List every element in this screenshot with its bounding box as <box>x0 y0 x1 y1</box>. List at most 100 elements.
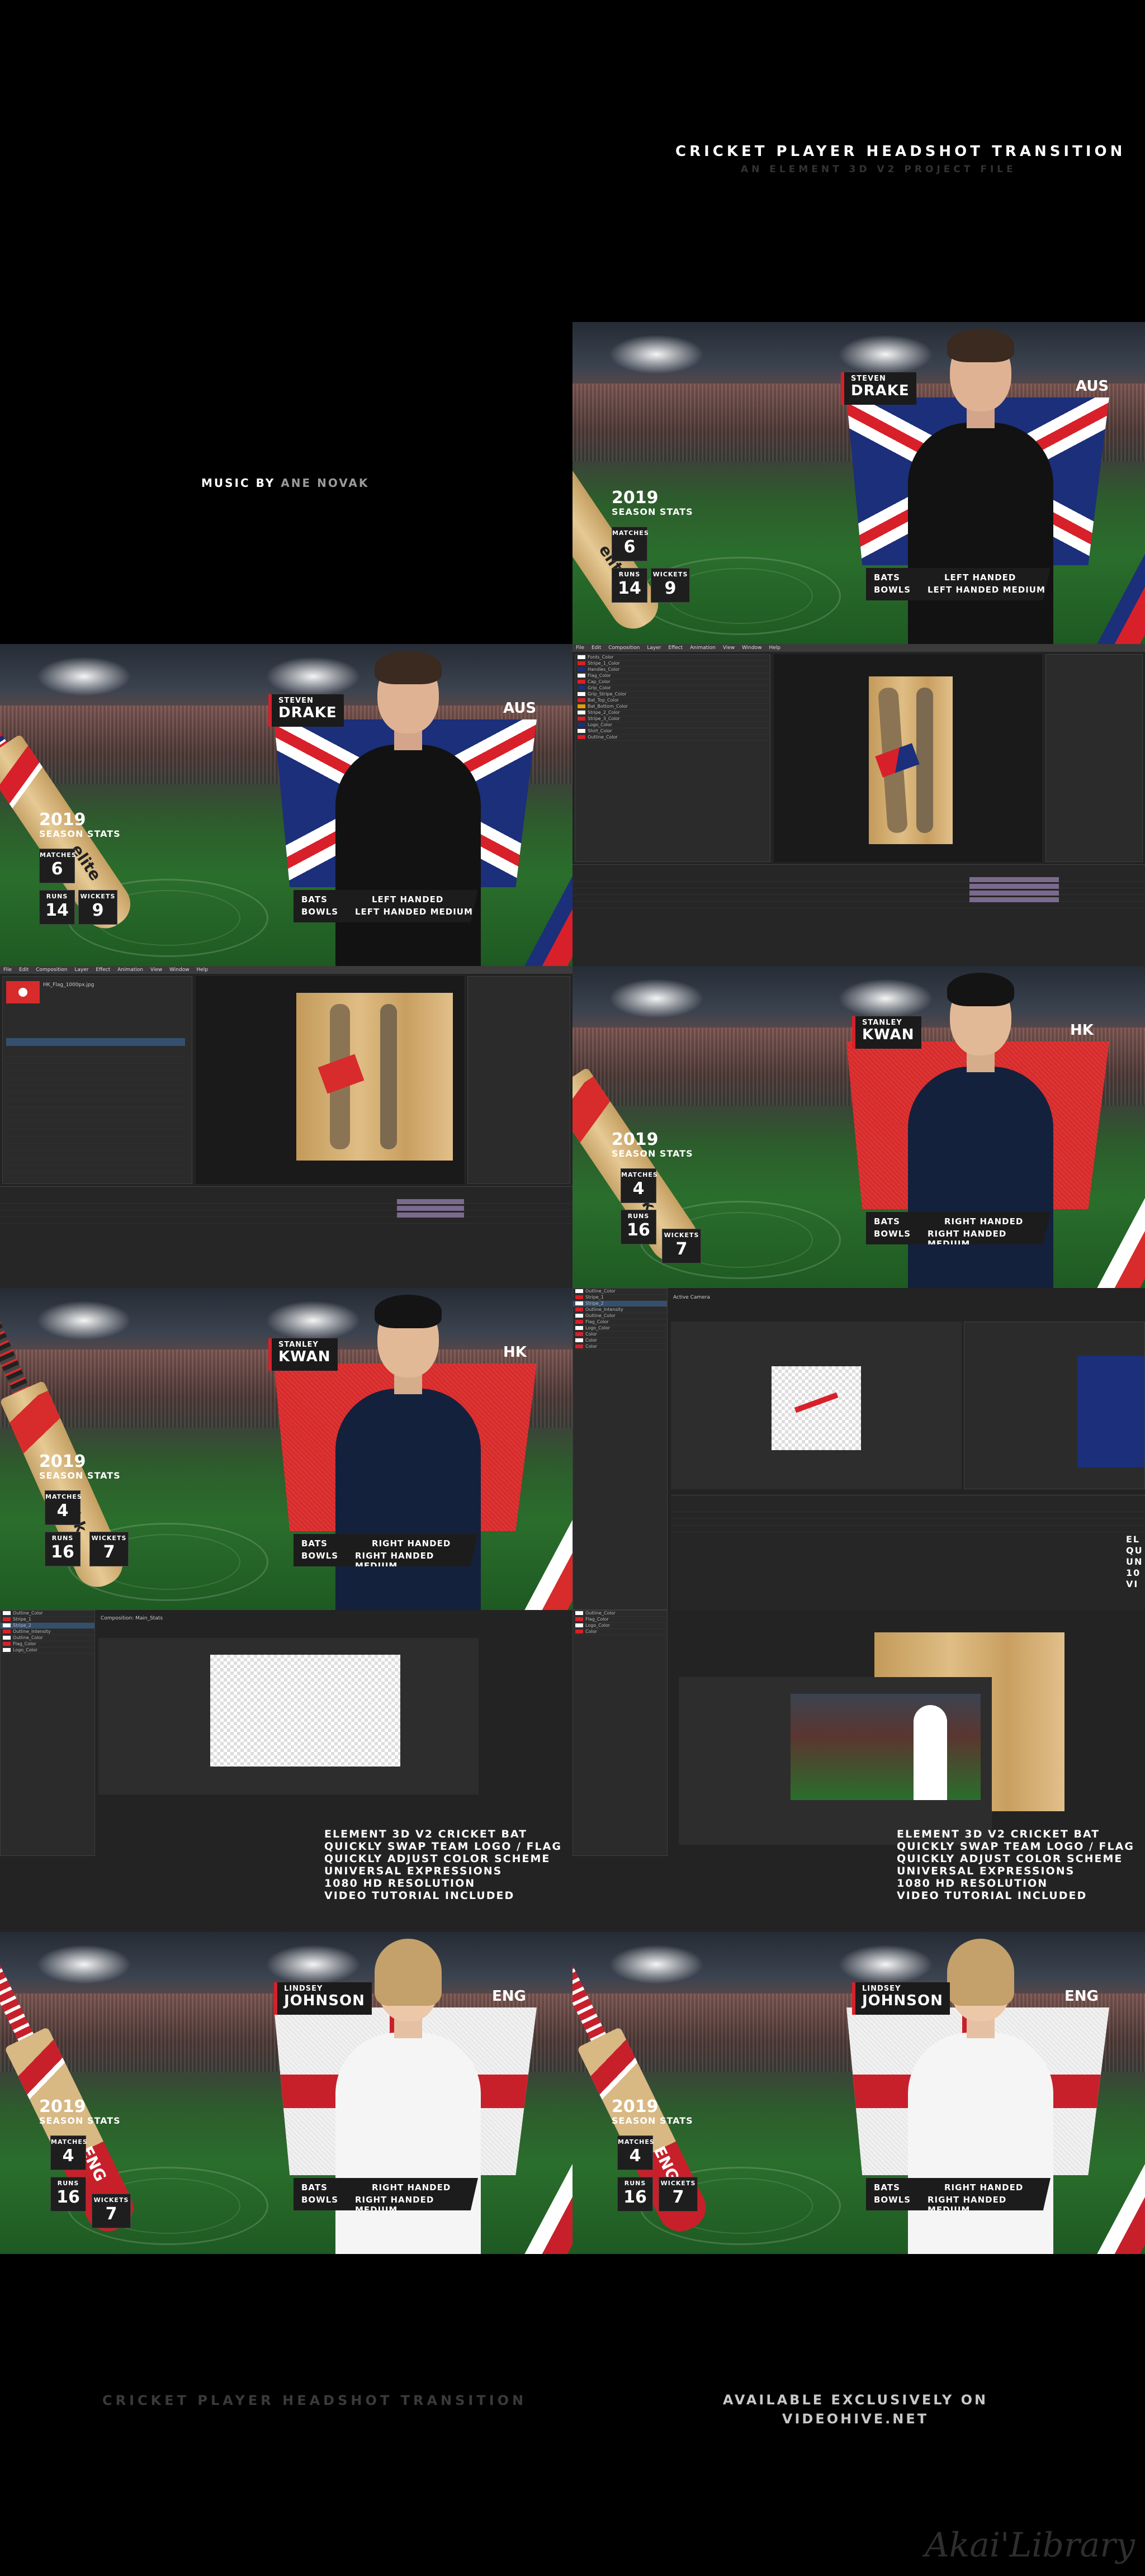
effect-row[interactable]: Color <box>573 1338 667 1344</box>
menu-edit[interactable]: Edit <box>592 645 601 651</box>
bat-model-2 <box>380 1004 397 1149</box>
effect-row[interactable]: Flag_Color <box>573 1617 667 1623</box>
bowls-value: LEFT HANDED MEDIUM <box>928 585 1045 595</box>
effect-row[interactable]: Stripe_2_Color <box>575 710 770 716</box>
player-first-name: STEVEN <box>278 697 314 705</box>
effect-row[interactable]: Outline_Intensity <box>1 1629 94 1635</box>
stats-year: 2019 <box>39 810 86 830</box>
stat-matches: MATCHES 6 <box>39 849 76 883</box>
stat-value: 16 <box>56 2187 80 2207</box>
effect-row[interactable]: Shirt_Color <box>575 728 770 735</box>
effect-row[interactable]: Flag_Color <box>575 673 770 679</box>
ae-screenshot-5: Outline_Color Flag_Color Logo_Color Colo… <box>572 1610 1145 1932</box>
menu-effect[interactable]: Effect <box>96 967 110 973</box>
stats-year: 2019 <box>39 2097 86 2116</box>
timeline-layer-bar[interactable] <box>969 897 1059 902</box>
composition-viewer[interactable] <box>679 1677 992 1845</box>
effect-row[interactable]: Outline_Color <box>573 1611 667 1617</box>
menu-animation[interactable]: Animation <box>117 967 143 973</box>
ae-screenshot-4: Outline_Color Stripe_1 Stripe_2 Outline_… <box>0 1610 572 1932</box>
composition-viewer[interactable] <box>671 1322 962 1489</box>
timeline-panel[interactable] <box>671 1495 1145 1610</box>
effect-row[interactable]: Handles_Color <box>575 667 770 673</box>
composition-viewer[interactable] <box>196 976 464 1184</box>
menu-layer[interactable]: Layer <box>647 645 661 651</box>
menu-file[interactable]: File <box>3 967 12 973</box>
effect-row[interactable]: Outline_Color <box>573 1289 667 1295</box>
effect-row[interactable]: Outline_Color <box>1 1611 94 1617</box>
effect-row[interactable]: Bat_Bottom_Color <box>575 704 770 710</box>
project-file-list[interactable] <box>6 1049 185 1178</box>
timeline-layer-bar[interactable] <box>397 1199 464 1204</box>
effect-row[interactable]: Bat_Top_Color <box>575 698 770 704</box>
stats-year: 2019 <box>612 2097 659 2116</box>
timeline-panel[interactable] <box>0 1186 572 1288</box>
menu-window[interactable]: Window <box>742 645 762 651</box>
player-country: ENG <box>1064 1988 1099 2005</box>
effect-row[interactable]: Grip_Stripe_Color <box>575 692 770 698</box>
stat-label: WICKETS <box>93 2196 129 2204</box>
effect-row[interactable]: Color <box>573 1344 667 1350</box>
effect-row[interactable]: Flag_Color <box>1 1641 94 1647</box>
effect-row[interactable]: Stripe_1_Color <box>575 661 770 667</box>
menu-composition[interactable]: Composition <box>36 967 67 973</box>
season-stats: 2019 SEASON STATS <box>39 1453 121 1481</box>
timeline-layer-bar[interactable] <box>969 877 1059 882</box>
effect-row[interactable]: Flag_Color <box>573 1319 667 1325</box>
timeline-layer-bar[interactable] <box>969 884 1059 889</box>
effect-row[interactable]: Logo_Color <box>573 1325 667 1332</box>
menu-composition[interactable]: Composition <box>608 645 640 651</box>
feature-item: UN <box>1126 1556 1143 1567</box>
effect-row[interactable]: Color <box>573 1332 667 1338</box>
effect-row[interactable]: Outline_Intensity <box>573 1307 667 1313</box>
menu-view[interactable]: View <box>723 645 735 651</box>
menu-window[interactable]: Window <box>169 967 190 973</box>
name-box: LINDSEY JOHNSON <box>274 1982 372 2015</box>
effect-row[interactable]: Stripe_2 <box>573 1301 667 1307</box>
stat-label: MATCHES <box>51 2138 88 2146</box>
menu-animation[interactable]: Animation <box>690 645 716 651</box>
effect-row[interactable]: Cap_Color <box>575 679 770 685</box>
timeline-panel[interactable] <box>572 864 1145 966</box>
effect-row[interactable]: Outline_Color <box>1 1635 94 1641</box>
menu-view[interactable]: View <box>150 967 162 973</box>
footer-site-line[interactable]: VIDEOHIVE.NET <box>721 2409 990 2428</box>
effect-row[interactable]: Logo_Color <box>573 1623 667 1629</box>
menu-effect[interactable]: Effect <box>668 645 683 651</box>
effect-row[interactable]: Outline_Color <box>573 1313 667 1319</box>
timeline-layer-bar[interactable] <box>397 1213 464 1218</box>
watermark-logo: Akai'Library <box>925 2526 1135 2565</box>
project-selected-row[interactable] <box>6 1038 185 1046</box>
menu-help[interactable]: Help <box>196 967 208 973</box>
composition-viewer[interactable] <box>98 1638 479 1794</box>
menu-edit[interactable]: Edit <box>19 967 29 973</box>
menu-help[interactable]: Help <box>769 645 780 651</box>
stats-season-label: SEASON STATS <box>39 2115 121 2126</box>
composition-viewer[interactable] <box>774 654 1042 862</box>
effect-row[interactable]: Color <box>573 1629 667 1635</box>
timeline-layer-bar[interactable] <box>397 1206 464 1211</box>
feature-item: QUICKLY SWAP TEAM LOGO / FLAG <box>897 1840 1134 1853</box>
stat-label: RUNS <box>46 893 68 900</box>
handedness-box: BATS LEFT HANDED BOWLS LEFT HANDED MEDIU… <box>866 568 1051 600</box>
menu-file[interactable]: File <box>576 645 584 651</box>
timeline-layer-bar[interactable] <box>969 891 1059 896</box>
effect-row[interactable]: Stripe_1 <box>1 1617 94 1623</box>
project-panel: HK_Flag_1000px.jpg <box>2 976 192 1184</box>
effect-row[interactable]: Logo_Color <box>575 722 770 728</box>
handedness-box: BATS LEFT HANDED BOWLS LEFT HANDED MEDIU… <box>294 890 478 922</box>
bowls-label: BOWLS <box>301 907 339 917</box>
music-credit: MUSIC BY ANE NOVAK <box>201 476 369 490</box>
effect-row[interactable]: Stripe_3_Color <box>575 716 770 722</box>
effect-row[interactable]: Stripe_1 <box>573 1295 667 1301</box>
music-credit-cell: MUSIC BY ANE NOVAK <box>0 322 572 644</box>
menu-layer[interactable]: Layer <box>74 967 88 973</box>
stat-runs: RUNS 16 <box>621 1210 656 1244</box>
effect-row[interactable]: Outline_Color <box>575 735 770 741</box>
effect-row[interactable]: Grip_Color <box>575 685 770 692</box>
effect-row[interactable]: Fonts_Color <box>575 655 770 661</box>
feature-list-partial: EL QU UN 10 VI <box>1126 1534 1143 1590</box>
stat-matches: MATCHES 4 <box>617 2135 654 2170</box>
effect-row[interactable]: Logo_Color <box>1 1647 94 1654</box>
effect-row[interactable]: Stripe_2 <box>1 1623 94 1629</box>
